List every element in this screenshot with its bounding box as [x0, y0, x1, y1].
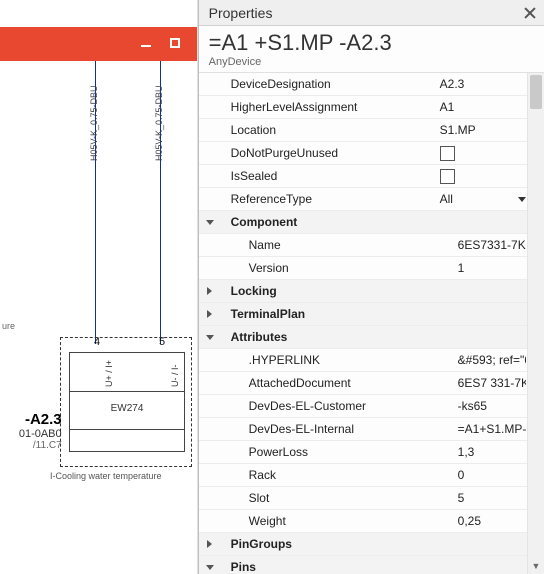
prop-value[interactable]: =A1+S1.MP-A...: [454, 422, 526, 436]
prop-value[interactable]: All: [436, 192, 526, 206]
scroll-thumb[interactable]: [530, 75, 542, 109]
prop-label: HigherLevelAssignment: [221, 100, 436, 114]
scroll-down-icon[interactable]: ▼: [528, 558, 544, 574]
chevron-down-icon[interactable]: [518, 197, 526, 202]
prop-PowerLoss[interactable]: PowerLoss1,3: [199, 441, 544, 464]
chevron-right-icon[interactable]: [207, 310, 212, 318]
properties-panel: Properties =A1 +S1.MP -A2.3 AnyDevice De…: [198, 0, 544, 574]
prop-label: Rack: [221, 468, 454, 482]
chevron-down-icon[interactable]: [206, 565, 214, 570]
channel-a-label: U+ / I+: [104, 360, 114, 387]
object-type: AnyDevice: [199, 56, 544, 73]
channel-b-label: U- / I-: [170, 365, 180, 388]
prop-Name[interactable]: Name6ES7331-7KF0...: [199, 234, 544, 257]
pin-5-label: 5: [159, 336, 165, 348]
panel-header: Properties: [199, 0, 544, 26]
prop-ReferenceType[interactable]: ReferenceTypeAll: [199, 188, 544, 211]
cut-text-left: ure: [2, 321, 15, 331]
device-ref: -A2.3 01-0AB0 /11.C7: [0, 411, 62, 451]
prop-value[interactable]: -ks65: [454, 399, 526, 413]
pin-4-label: 4: [94, 336, 100, 348]
prop-label: DoNotPurgeUnused: [221, 146, 436, 160]
schematic-canvas[interactable]: H05V-K_0.75-DBU H05V-K_0.75-DBU ure 4 5 …: [0, 0, 198, 574]
section-locking[interactable]: Locking: [199, 280, 544, 303]
prop-label: DeviceDesignation: [221, 77, 436, 91]
prop-DevDes-EL-Customer[interactable]: DevDes-EL-Customer-ks65: [199, 395, 544, 418]
prop-label: Attributes: [221, 330, 436, 344]
prop-value[interactable]: S1.MP: [436, 123, 526, 137]
title-bar: [0, 27, 197, 61]
prop-label: Locking: [221, 284, 436, 298]
prop-label: TerminalPlan: [221, 307, 436, 321]
prop-value[interactable]: 5: [454, 491, 526, 505]
order-number: 01-0AB0: [0, 428, 62, 440]
prop-value[interactable]: A1: [436, 100, 526, 114]
prop-label: Component: [221, 215, 436, 229]
prop-HigherLevelAssignment[interactable]: HigherLevelAssignmentA1: [199, 96, 544, 119]
prop-Weight[interactable]: Weight0,25: [199, 510, 544, 533]
minimize-button[interactable]: [139, 37, 153, 51]
prop-value[interactable]: 6ES7 331-7KF0...: [454, 376, 526, 390]
chevron-right-icon[interactable]: [207, 287, 212, 295]
panel-title: Properties: [209, 5, 273, 21]
prop-value[interactable]: 1: [454, 261, 526, 275]
section-pins[interactable]: Pins: [199, 556, 544, 574]
prop-value[interactable]: 1,3: [454, 445, 526, 459]
prop-AttachedDocument[interactable]: AttachedDocument6ES7 331-7KF0...: [199, 372, 544, 395]
property-grid[interactable]: DeviceDesignationA2.3HigherLevelAssignme…: [199, 73, 544, 574]
prop-IsSealed[interactable]: IsSealed: [199, 165, 544, 188]
prop-DeviceDesignation[interactable]: DeviceDesignationA2.3: [199, 73, 544, 96]
maximize-button[interactable]: [169, 37, 183, 51]
prop-.HYPERLINK[interactable]: .HYPERLINK&#593; ref="6...: [199, 349, 544, 372]
prop-label: DevDes-EL-Internal: [221, 422, 454, 436]
prop-label: AttachedDocument: [221, 376, 454, 390]
prop-value[interactable]: A2.3: [436, 77, 526, 91]
checkbox[interactable]: [440, 146, 455, 161]
prop-label: PinGroups: [221, 537, 436, 551]
prop-DevDes-EL-Internal[interactable]: DevDes-EL-Internal=A1+S1.MP-A...: [199, 418, 544, 441]
device-box[interactable]: 4 5 U+ / I+ U- / I- EW274: [60, 337, 192, 467]
checkbox[interactable]: [440, 169, 455, 184]
chevron-down-icon[interactable]: [206, 335, 214, 340]
prop-value[interactable]: 0,25: [454, 514, 526, 528]
chevron-down-icon[interactable]: [206, 220, 214, 225]
prop-Location[interactable]: LocationS1.MP: [199, 119, 544, 142]
prop-value[interactable]: 0: [454, 468, 526, 482]
prop-value[interactable]: &#593; ref="6...: [454, 353, 526, 367]
wire-label-4: H05V-K_0.75-DBU: [89, 85, 99, 161]
prop-label: PowerLoss: [221, 445, 454, 459]
prop-DoNotPurgeUnused[interactable]: DoNotPurgeUnused: [199, 142, 544, 165]
prop-Rack[interactable]: Rack0: [199, 464, 544, 487]
device-designation: -A2.3: [0, 411, 62, 428]
prop-value: [436, 146, 526, 161]
prop-label: Pins: [221, 560, 436, 574]
section-attributes[interactable]: Attributes: [199, 326, 544, 349]
section-component[interactable]: Component: [199, 211, 544, 234]
prop-label: ReferenceType: [221, 192, 436, 206]
cross-ref: /11.C7: [0, 440, 62, 451]
prop-label: Location: [221, 123, 436, 137]
prop-label: IsSealed: [221, 169, 436, 183]
prop-label: Weight: [221, 514, 454, 528]
module-label: EW274: [70, 403, 184, 414]
object-path: =A1 +S1.MP -A2.3: [199, 26, 544, 56]
chevron-right-icon[interactable]: [207, 540, 212, 548]
prop-label: Version: [221, 261, 454, 275]
section-pingroups[interactable]: PinGroups: [199, 533, 544, 556]
prop-Slot[interactable]: Slot5: [199, 487, 544, 510]
prop-label: .HYPERLINK: [221, 353, 454, 367]
device-caption: I-Cooling water temperature: [50, 471, 162, 481]
prop-label: Slot: [221, 491, 454, 505]
prop-value[interactable]: 6ES7331-7KF0...: [454, 238, 526, 252]
wire-label-5: H05V-K_0.75-DBU: [154, 85, 164, 161]
section-terminalplan[interactable]: TerminalPlan: [199, 303, 544, 326]
prop-value: [436, 169, 526, 184]
prop-Version[interactable]: Version1: [199, 257, 544, 280]
close-icon[interactable]: [522, 5, 538, 21]
prop-label: Name: [221, 238, 454, 252]
prop-label: DevDes-EL-Customer: [221, 399, 454, 413]
scrollbar[interactable]: ▲ ▼: [527, 73, 544, 574]
